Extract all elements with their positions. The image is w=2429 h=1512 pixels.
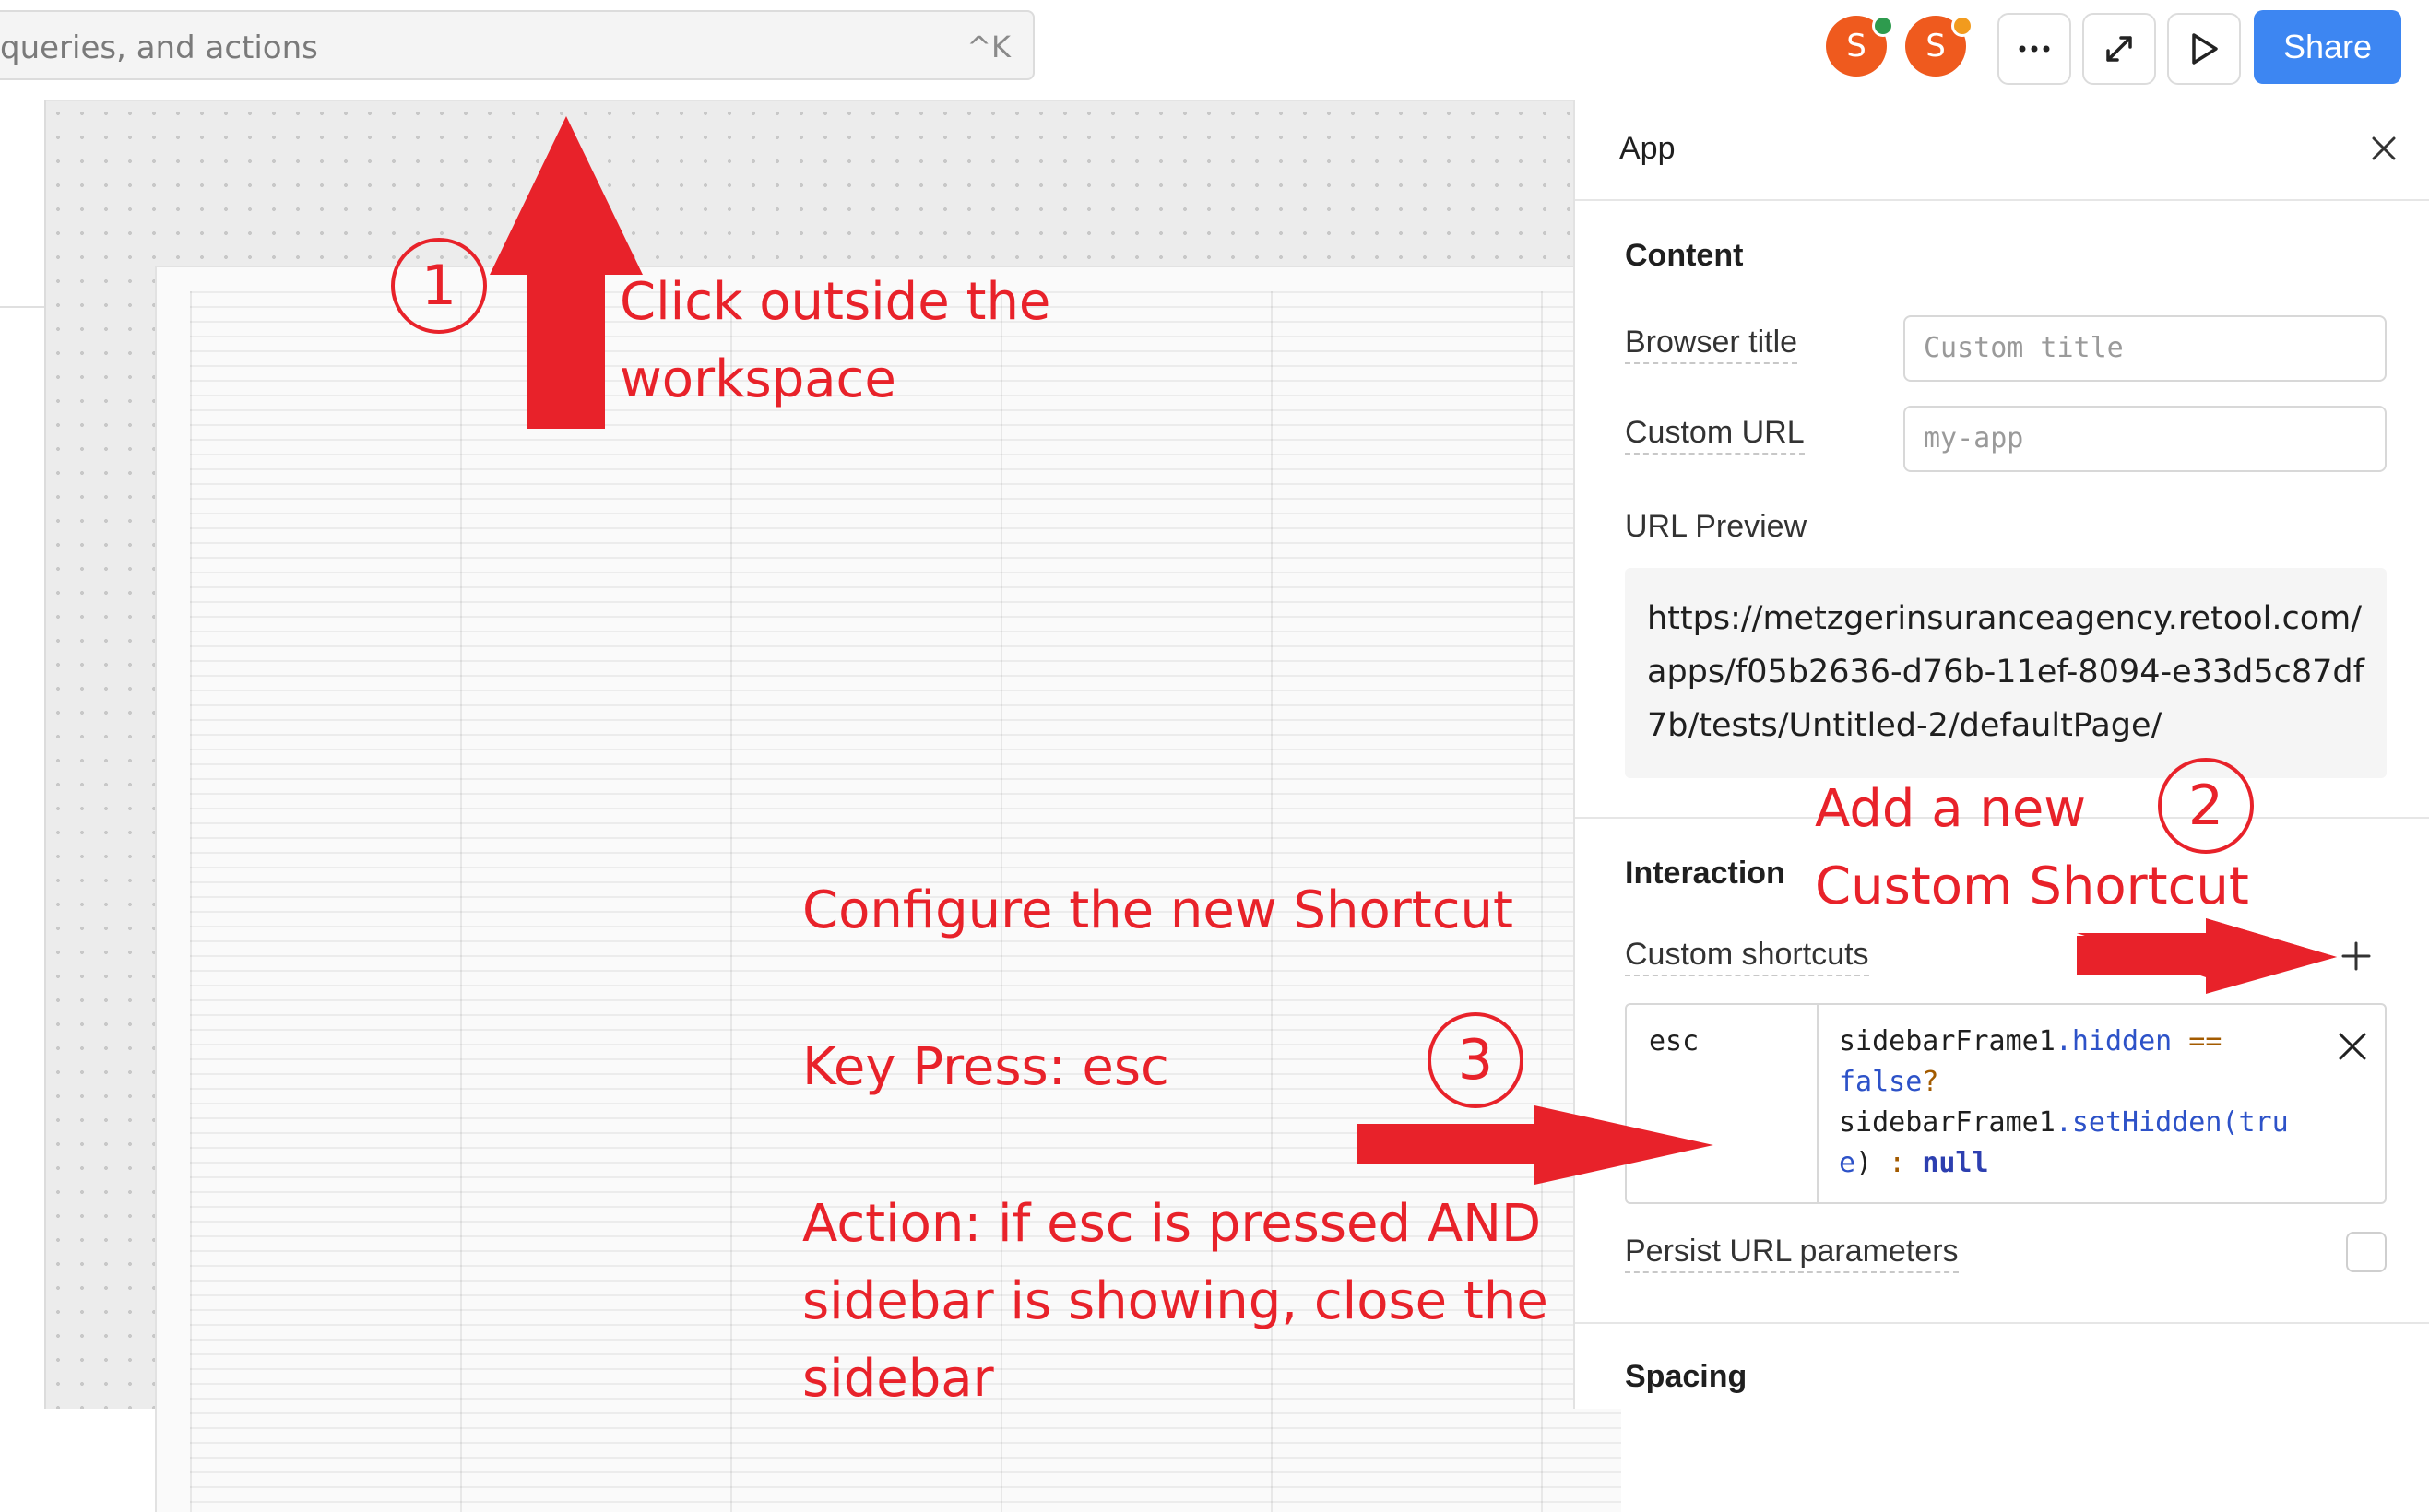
- step-1-text: Click outside the workspace: [620, 264, 1050, 419]
- annotation-line: workspace: [620, 349, 896, 409]
- configure-title: Configure the new Shortcut: [802, 880, 1513, 940]
- annotation-line: Add a new: [1815, 779, 2087, 839]
- action-description: Action: if esc is pressed AND sidebar is…: [802, 1186, 1548, 1418]
- step-1-marker: 1: [391, 238, 487, 334]
- key-press-text: Key Press: esc: [802, 1037, 1169, 1097]
- step-2-text: Add a new Custom Shortcut: [1815, 771, 2249, 926]
- annotation-line: Action: if esc is pressed AND: [802, 1194, 1542, 1254]
- annotation-line: Custom Shortcut: [1815, 856, 2249, 916]
- annotation-arrow-right: [1357, 1105, 1713, 1185]
- annotation-line: sidebar: [802, 1349, 994, 1409]
- annotation-arrow-right: [2077, 918, 2337, 994]
- annotation-line: sidebar is showing, close the: [802, 1271, 1548, 1331]
- annotation-line: Click outside the: [620, 272, 1051, 332]
- step-3-marker: 3: [1428, 1012, 1523, 1108]
